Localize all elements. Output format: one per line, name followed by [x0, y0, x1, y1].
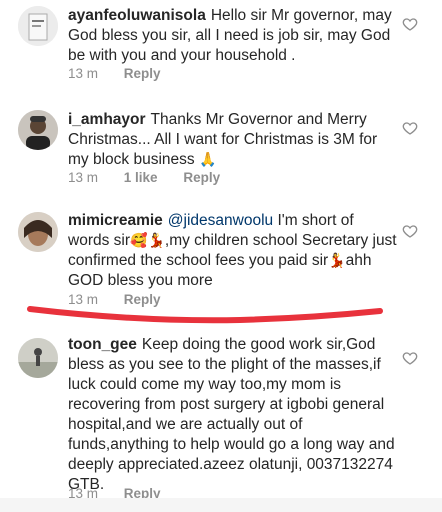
timestamp: 13 m — [68, 170, 99, 185]
comment-text: toon_gee Keep doing the good work sir,God… — [68, 335, 398, 495]
avatar-image — [18, 6, 58, 46]
emoji: 🥰💃 — [130, 233, 165, 249]
reply-button[interactable]: Reply — [124, 66, 161, 81]
comment-2: i_amhayor Thanks Mr Governor and Merry Ch… — [0, 100, 442, 195]
username[interactable]: i_amhayor — [68, 111, 146, 128]
heart-outline-icon[interactable] — [402, 223, 418, 239]
comment-3: mimicreamie @jidesanwoolu I'm short of wo… — [0, 205, 442, 315]
heart-outline-icon[interactable] — [402, 350, 418, 366]
username[interactable]: ayanfeoluwanisola — [68, 7, 206, 24]
avatar[interactable] — [18, 338, 58, 378]
heart-outline-icon[interactable] — [402, 120, 418, 136]
timestamp: 13 m — [68, 66, 99, 81]
red-underline-annotation — [27, 306, 383, 324]
comment-body: Keep doing the good work sir,God bless a… — [68, 336, 395, 493]
comment-text: ayanfeoluwanisola Hello sir Mr governor, … — [68, 6, 398, 66]
avatar[interactable] — [18, 212, 58, 252]
avatar-image — [18, 110, 58, 150]
avatar-image — [18, 212, 58, 252]
reply-button[interactable]: Reply — [183, 170, 220, 185]
avatar-image — [18, 338, 58, 378]
comment-4: toon_gee Keep doing the good work sir,God… — [0, 330, 442, 501]
bottom-bar — [0, 498, 442, 512]
comment-1: ayanfeoluwanisola Hello sir Mr governor, … — [0, 0, 442, 92]
comment-meta: 13 m 1 like Reply — [68, 170, 242, 185]
heart-outline-icon[interactable] — [402, 16, 418, 32]
comment-meta: 13 m Reply — [68, 66, 183, 81]
praying-hands-emoji: 🙏 — [198, 152, 217, 168]
dancer-emoji: 💃 — [328, 253, 346, 269]
avatar[interactable] — [18, 110, 58, 150]
mention-link[interactable]: @jidesanwoolu — [168, 212, 273, 229]
likes-count[interactable]: 1 like — [124, 170, 158, 185]
comment-text: i_amhayor Thanks Mr Governor and Merry Ch… — [68, 110, 398, 170]
comment-text: mimicreamie @jidesanwoolu I'm short of wo… — [68, 211, 398, 291]
avatar[interactable] — [18, 6, 58, 46]
username[interactable]: toon_gee — [68, 336, 137, 353]
username[interactable]: mimicreamie — [68, 212, 163, 229]
